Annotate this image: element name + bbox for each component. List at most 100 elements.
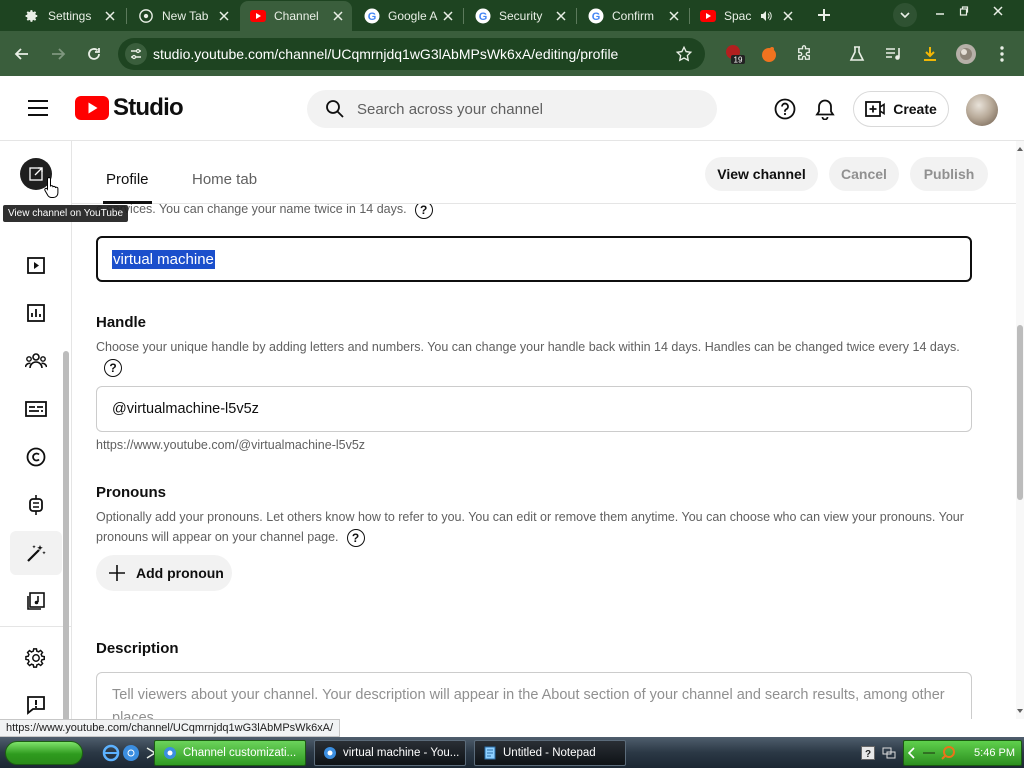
bookmark-star-icon[interactable]: [675, 45, 693, 63]
extensions-puzzle-icon[interactable]: [790, 40, 818, 68]
logo-text: Studio: [113, 94, 184, 121]
extension-red-icon[interactable]: 19: [720, 40, 748, 68]
page-scrollbar[interactable]: [1016, 141, 1024, 719]
browser-tab-new-tab[interactable]: New Tab: [128, 2, 238, 30]
browser-tab-security[interactable]: G Security: [465, 2, 575, 30]
tab-profile[interactable]: Profile: [103, 171, 152, 204]
browser-tab-settings[interactable]: Settings: [14, 2, 124, 30]
create-label: Create: [893, 101, 937, 117]
browser-tab-google-a[interactable]: G Google A: [354, 2, 462, 30]
customization-icon[interactable]: [10, 531, 62, 575]
description-textarea[interactable]: Tell viewers about your channel. Your de…: [96, 672, 972, 719]
windows-taskbar: Channel customizati... virtual machine -…: [0, 737, 1024, 768]
address-bar[interactable]: studio.youtube.com/channel/UCqmrnjdq1wG3…: [118, 38, 705, 70]
settings-icon[interactable]: [18, 640, 54, 676]
publish-button[interactable]: Publish: [910, 157, 988, 191]
notifications-bell-icon[interactable]: [812, 96, 838, 122]
channel-avatar[interactable]: [966, 94, 998, 126]
task-label: Channel customizati...: [183, 747, 297, 759]
browser-tab-channel[interactable]: Channel: [240, 1, 352, 31]
content-icon[interactable]: [18, 247, 54, 283]
add-pronoun-button[interactable]: Add pronoun: [96, 555, 232, 591]
browser-tab-confirm[interactable]: G Confirm: [578, 2, 688, 30]
handle-field[interactable]: @virtualmachine-l5v5z: [96, 386, 972, 432]
search-input[interactable]: [357, 100, 677, 118]
create-button[interactable]: Create: [853, 91, 949, 127]
close-icon[interactable]: [216, 8, 232, 24]
view-channel-tooltip: View channel on YouTube: [3, 205, 128, 222]
close-icon[interactable]: [666, 8, 682, 24]
help-tray-icon[interactable]: ?: [859, 744, 877, 762]
tab-label: Security: [499, 9, 543, 23]
profile-avatar-icon[interactable]: [952, 40, 980, 68]
analytics-icon[interactable]: [18, 295, 54, 331]
back-button[interactable]: [8, 40, 36, 68]
help-icon[interactable]: [772, 96, 798, 122]
search-bar[interactable]: [307, 90, 717, 128]
labs-flask-icon[interactable]: [843, 40, 871, 68]
tab-separator: [576, 8, 577, 24]
audio-library-icon[interactable]: [18, 583, 54, 619]
sidebar-scrollbar[interactable]: [63, 351, 69, 756]
name-input-selected-text[interactable]: virtual machine: [112, 249, 215, 269]
earn-icon[interactable]: [18, 487, 54, 523]
extension-orange-icon[interactable]: [755, 40, 783, 68]
network-tray-icon[interactable]: [880, 744, 898, 762]
task-label: Untitled - Notepad: [503, 747, 596, 759]
minimize-button[interactable]: [929, 2, 951, 20]
chevron-left-icon[interactable]: [908, 747, 916, 759]
maximize-button[interactable]: [953, 2, 975, 20]
studio-header: Studio Create: [0, 76, 1024, 141]
cancel-button[interactable]: Cancel: [829, 157, 899, 191]
feedback-icon[interactable]: [18, 687, 54, 723]
tab-separator: [126, 8, 127, 24]
chrome-menu-icon[interactable]: [988, 40, 1016, 68]
handle-help-text: Choose your unique handle by adding lett…: [96, 340, 960, 377]
scroll-down-arrow-icon[interactable]: [1016, 707, 1024, 715]
browser-tab-spac[interactable]: Spac: [690, 2, 802, 30]
help-circle-icon[interactable]: ?: [104, 358, 122, 377]
internet-explorer-icon[interactable]: [102, 744, 120, 762]
taskbar-item-virtual-machine[interactable]: virtual machine - You...: [314, 740, 466, 766]
tab-separator: [463, 8, 464, 24]
menu-hamburger-icon[interactable]: [26, 98, 50, 118]
speaker-icon[interactable]: [758, 8, 774, 24]
google-icon: G: [475, 8, 491, 24]
subtitles-icon[interactable]: [18, 391, 54, 427]
search-icon[interactable]: [325, 99, 345, 119]
chrome-icon[interactable]: [122, 744, 140, 762]
help-circle-icon[interactable]: ?: [346, 528, 365, 547]
site-info-icon[interactable]: [125, 43, 147, 65]
close-icon[interactable]: [440, 8, 456, 24]
view-channel-button[interactable]: View channel: [705, 157, 818, 191]
plus-icon: [109, 565, 125, 581]
tab-search-button[interactable]: [893, 3, 917, 27]
forward-button[interactable]: [44, 40, 72, 68]
media-controls-icon[interactable]: [880, 40, 908, 68]
copyright-icon[interactable]: [18, 439, 54, 475]
tab-label: Channel: [274, 9, 319, 23]
close-window-button[interactable]: [987, 2, 1009, 20]
name-field[interactable]: virtual machine: [96, 236, 972, 282]
tab-home[interactable]: Home tab: [192, 171, 257, 188]
scroll-up-arrow-icon[interactable]: [1016, 145, 1024, 153]
studio-logo[interactable]: Studio: [75, 94, 184, 122]
community-icon[interactable]: [18, 343, 54, 379]
arrow-tray-icon[interactable]: [922, 748, 936, 758]
close-icon[interactable]: [780, 8, 796, 24]
taskbar-item-channel-customization[interactable]: Channel customizati...: [154, 740, 306, 766]
tab-label: Google A: [388, 9, 438, 23]
url-text[interactable]: studio.youtube.com/channel/UCqmrnjdq1wG3…: [153, 46, 618, 62]
start-button[interactable]: [5, 741, 83, 765]
taskbar-item-notepad[interactable]: Untitled - Notepad: [474, 740, 626, 766]
new-tab-button[interactable]: [813, 4, 835, 26]
reload-button[interactable]: [80, 40, 108, 68]
close-icon[interactable]: [330, 8, 346, 24]
clock[interactable]: 5:46 PM: [974, 747, 1015, 759]
download-icon[interactable]: [916, 40, 944, 68]
handle-input-value[interactable]: @virtualmachine-l5v5z: [112, 401, 259, 417]
search-tray-icon[interactable]: [940, 745, 956, 761]
close-icon[interactable]: [102, 8, 118, 24]
close-icon[interactable]: [553, 8, 569, 24]
page-scroll-thumb[interactable]: [1017, 325, 1023, 500]
